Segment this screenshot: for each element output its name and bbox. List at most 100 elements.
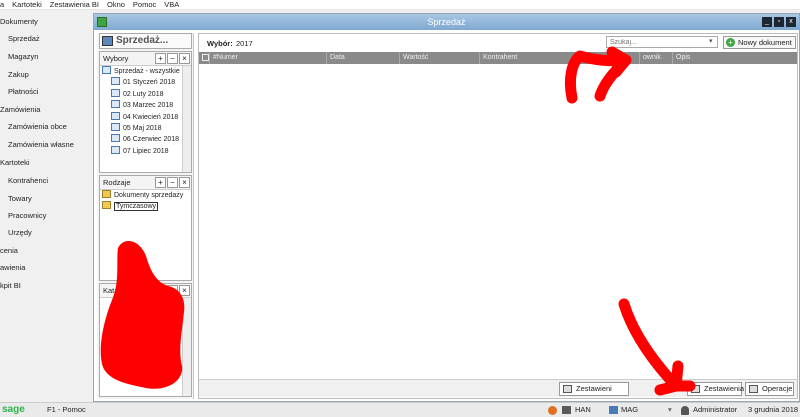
zestawienia-button[interactable]: Zestawienia	[687, 382, 744, 396]
wybory-header: Wybory + − ×	[100, 52, 191, 66]
report-icon	[691, 385, 700, 393]
nav-section-kartoteki[interactable]: Kartoteki	[0, 158, 30, 167]
nav-item-sprzedaz[interactable]: Sprzedaż	[8, 34, 40, 43]
wybory-remove-button[interactable]: −	[167, 53, 178, 64]
katalogi-remove-button[interactable]: −	[167, 285, 178, 296]
nav-item-kontrahenci[interactable]: Kontrahenci	[8, 176, 48, 185]
tree-item-czerwiec[interactable]: 06 Czerwiec 2018	[102, 134, 191, 145]
calendar-icon	[111, 111, 120, 120]
katalogi-close-button[interactable]: ×	[179, 285, 190, 296]
tree-item-maj[interactable]: 05 Maj 2018	[102, 122, 191, 134]
rodzaje-add-button[interactable]: +	[155, 177, 166, 188]
nav-item-platnosci[interactable]: Płatności	[8, 87, 38, 96]
calendar-icon	[111, 134, 120, 143]
wybory-title: Wybory	[103, 54, 129, 63]
menu-item-a[interactable]: a	[0, 0, 4, 9]
grid-header: #Numer Data Wartość Kontrahent ownik Opi…	[199, 52, 797, 64]
calendar-icon	[111, 100, 120, 109]
katalogi-panel: Katalo + − ×	[99, 283, 192, 397]
search-dropdown-icon[interactable]: ▾	[709, 37, 713, 45]
katalogi-title: Katalo	[103, 286, 125, 295]
rodzaje-remove-button[interactable]: −	[167, 177, 178, 188]
folder-icon	[102, 190, 111, 198]
calendar-icon	[111, 122, 120, 131]
user-icon	[681, 406, 689, 415]
katalogi-add-button[interactable]: +	[155, 285, 166, 296]
tree-item-luty[interactable]: 02 Luty 2018	[102, 88, 191, 100]
nav-section-cenia[interactable]: cenia	[0, 246, 18, 255]
tree-item-lipiec[interactable]: 07 Lipiec 2018	[102, 145, 191, 157]
sprzedaz-big-button[interactable]: Sprzedaż...	[99, 33, 192, 49]
menu-item-zestawienia-bi[interactable]: Zestawienia BI	[50, 0, 99, 9]
calendar-icon	[111, 145, 120, 154]
tree-item-tymczasowy[interactable]: Tymczasowy	[102, 201, 191, 212]
window-titlebar: Sprzedaż _ ▫ x	[94, 14, 799, 30]
sprzedaz-window: Sprzedaż _ ▫ x Sprzedaż... Wybory + − × …	[93, 13, 800, 402]
column-data[interactable]: Data	[326, 52, 345, 64]
search-input[interactable]	[606, 36, 718, 48]
warehouse-icon	[609, 406, 618, 414]
alert-icon[interactable]	[548, 406, 557, 415]
folder-icon	[102, 201, 111, 210]
maximize-button[interactable]: ▫	[774, 17, 784, 27]
operacje-button[interactable]: Operacje	[745, 382, 794, 396]
menu-item-kartoteki[interactable]: Kartoteki	[12, 0, 42, 9]
tree-item-dokumenty-sprzedazy[interactable]: Dokumenty sprzedaży	[102, 190, 191, 201]
company-icon	[562, 406, 571, 414]
menu-item-pomoc[interactable]: Pomoc	[133, 0, 156, 9]
nav-item-magazyn[interactable]: Magazyn	[8, 52, 38, 61]
window-title: Sprzedaż	[427, 17, 466, 27]
status-date: 3 grudnia 2018	[748, 405, 799, 414]
nav-section-awienia[interactable]: awienia	[0, 263, 25, 272]
rodzaje-header: Rodzaje + − ×	[100, 176, 191, 190]
nav-section-dokumenty[interactable]: Dokumenty	[0, 17, 38, 26]
menu-bar: a Kartoteki Zestawienia BI Okno Pomoc VB…	[0, 0, 800, 10]
wybory-add-button[interactable]: +	[155, 53, 166, 64]
nav-item-pracownicy[interactable]: Pracownicy	[8, 211, 46, 220]
rodzaje-close-button[interactable]: ×	[179, 177, 190, 188]
nav-item-urzedy[interactable]: Urzędy	[8, 228, 32, 237]
nav-item-zamowienia-obce[interactable]: Zamówienia obce	[8, 122, 67, 131]
plus-icon: +	[726, 38, 735, 47]
column-numer[interactable]: #Numer	[209, 52, 238, 64]
rodzaje-tree: Dokumenty sprzedaży Tymczasowy	[100, 190, 191, 213]
wybory-scrollbar[interactable]	[182, 66, 191, 172]
column-kontrahent[interactable]: Kontrahent	[479, 52, 517, 64]
column-odbiorca[interactable]: ownik	[639, 52, 661, 64]
column-wartosc[interactable]: Wartość	[399, 52, 428, 64]
calendar-icon	[111, 77, 120, 86]
nav-section-zamowienia[interactable]: Zamówienia	[0, 105, 40, 114]
tree-item-kwiecien[interactable]: 04 Kwiecień 2018	[102, 111, 191, 123]
help-hint[interactable]: F1 - Pomoc	[47, 403, 86, 417]
select-all-checkbox[interactable]	[199, 52, 209, 64]
katalogi-header: Katalo + − ×	[100, 284, 191, 298]
wybory-close-button[interactable]: ×	[179, 53, 190, 64]
gear-icon	[749, 385, 758, 393]
document-icon	[102, 36, 113, 46]
menu-item-okno[interactable]: Okno	[107, 0, 125, 9]
nav-sidebar: Dokumenty Sprzedaż Magazyn Zakup Płatnoś…	[0, 10, 93, 402]
big-button-label: Sprzedaż...	[116, 35, 169, 46]
tree-item-marzec[interactable]: 03 Marzec 2018	[102, 100, 191, 111]
tree-item-wszystkie[interactable]: Sprzedaż - wszystkie	[102, 66, 191, 77]
user-name[interactable]: Administrator	[693, 403, 737, 417]
menu-item-vba[interactable]: VBA	[164, 0, 179, 9]
column-opis[interactable]: Opis	[672, 52, 690, 64]
nav-item-zamowienia-wlasne[interactable]: Zamówienia własne	[8, 140, 74, 149]
wybor-label: Wybór:	[207, 39, 233, 48]
nav-item-zakup[interactable]: Zakup	[8, 70, 29, 79]
warehouse-code[interactable]: MAG	[621, 403, 638, 417]
new-document-button[interactable]: + Nowy dokument	[723, 36, 796, 49]
minimize-button[interactable]: _	[762, 17, 772, 27]
bottom-toolbar: Zestawieni Zestawienia Operacje	[199, 379, 797, 397]
wybory-panel: Wybory + − × Sprzedaż - wszystkie 01 Sty…	[99, 51, 192, 173]
folder-icon	[102, 66, 111, 74]
nav-item-towary[interactable]: Towary	[8, 194, 32, 203]
zestawienia-left-button[interactable]: Zestawieni	[559, 382, 629, 396]
company-code[interactable]: HAN	[575, 403, 591, 417]
nav-section-kpit-bi[interactable]: kpit BI	[0, 281, 21, 290]
tree-item-styczen[interactable]: 01 Styczeń 2018	[102, 77, 191, 88]
katalogi-scrollbar[interactable]	[182, 298, 191, 396]
chevron-down-icon[interactable]: ▾	[668, 403, 672, 417]
close-button[interactable]: x	[786, 17, 796, 27]
